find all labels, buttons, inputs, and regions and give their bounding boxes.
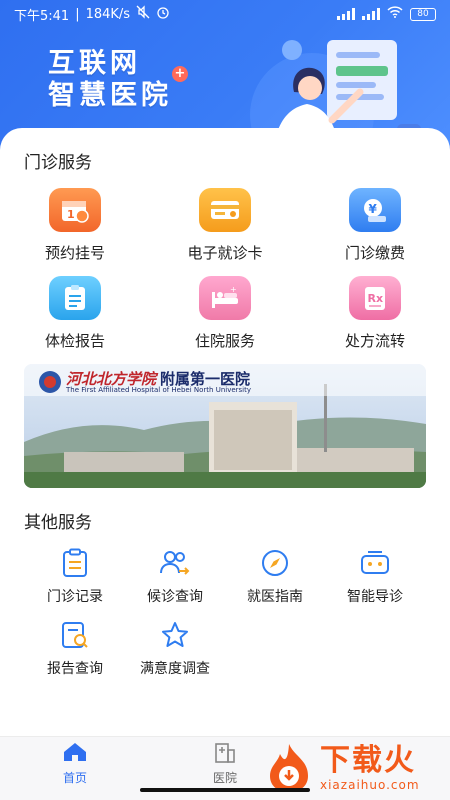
clipboard-record-icon xyxy=(57,546,93,580)
report-search-icon xyxy=(57,618,93,652)
e-card-button[interactable]: 电子就诊卡 xyxy=(150,188,300,276)
hospital-name-en: The First Affiliated Hospital of Hebei N… xyxy=(66,386,252,394)
calendar-icon: 1 xyxy=(49,188,101,232)
network-speed: 184K/s xyxy=(85,6,131,22)
inpatient-button[interactable]: + 住院服务 xyxy=(150,276,300,364)
plus-badge: + xyxy=(172,66,188,82)
medical-guide-button[interactable]: 就医指南 xyxy=(225,546,325,618)
svg-text:+: + xyxy=(230,286,237,294)
signal-icon-2 xyxy=(362,8,380,20)
robot-guide-icon xyxy=(357,546,393,580)
appointment-button[interactable]: 1 预约挂号 xyxy=(0,188,150,276)
queue-users-icon xyxy=(157,546,193,580)
other-title: 其他服务 xyxy=(24,513,92,533)
prescription-rx-icon: Rx xyxy=(349,276,401,320)
card-icon xyxy=(199,188,251,232)
home-indicator xyxy=(140,788,310,792)
flame-logo-icon xyxy=(270,744,308,792)
main-card: 门诊服务 1 预约挂号 电子就诊卡 ¥ 门诊缴费 体检报告 + 住院服务 Rx … xyxy=(0,128,450,740)
svg-text:Rx: Rx xyxy=(368,292,384,305)
status-time: 下午5:41 xyxy=(14,8,70,24)
compass-icon xyxy=(257,546,293,580)
tab-hospital[interactable]: 医院 xyxy=(195,741,255,786)
other-grid: 门诊记录 候诊查询 就医指南 智能导诊 报告查询 满意度调查 xyxy=(0,546,450,690)
outpatient-title: 门诊服务 xyxy=(24,153,92,173)
svg-text:¥: ¥ xyxy=(369,202,378,216)
yuan-payment-icon: ¥ xyxy=(349,188,401,232)
svg-text:1: 1 xyxy=(67,208,75,221)
hospital-building-icon xyxy=(213,741,237,767)
banner-title: 互联网 智慧医院 xyxy=(48,48,172,111)
battery-icon: 80 xyxy=(410,7,436,21)
hospital-bed-icon: + xyxy=(199,276,251,320)
waiting-query-button[interactable]: 候诊查询 xyxy=(125,546,225,618)
satisfaction-survey-button[interactable]: 满意度调查 xyxy=(125,618,225,690)
status-bar: 下午5:41 | 184K/s 80 xyxy=(0,0,450,28)
payment-button[interactable]: ¥ 门诊缴费 xyxy=(300,188,450,276)
tab-home[interactable]: 首页 xyxy=(45,741,105,786)
smart-triage-button[interactable]: 智能导诊 xyxy=(325,546,425,618)
home-icon xyxy=(62,741,88,767)
hospital-banner[interactable]: 河北北方学院 附属第一医院 The First Affiliated Hospi… xyxy=(24,364,426,488)
star-icon xyxy=(157,618,193,652)
report-query-button[interactable]: 报告查询 xyxy=(25,618,125,690)
outpatient-record-button[interactable]: 门诊记录 xyxy=(25,546,125,618)
wifi-icon xyxy=(387,6,403,22)
mute-icon xyxy=(136,5,150,23)
report-clipboard-icon xyxy=(49,276,101,320)
signal-icon xyxy=(337,8,355,20)
checkup-report-button[interactable]: 体检报告 xyxy=(0,276,150,364)
prescription-button[interactable]: Rx 处方流转 xyxy=(300,276,450,364)
alarm-icon xyxy=(156,5,170,23)
outpatient-grid: 1 预约挂号 电子就诊卡 ¥ 门诊缴费 体检报告 + 住院服务 Rx 处方流转 xyxy=(0,188,450,364)
